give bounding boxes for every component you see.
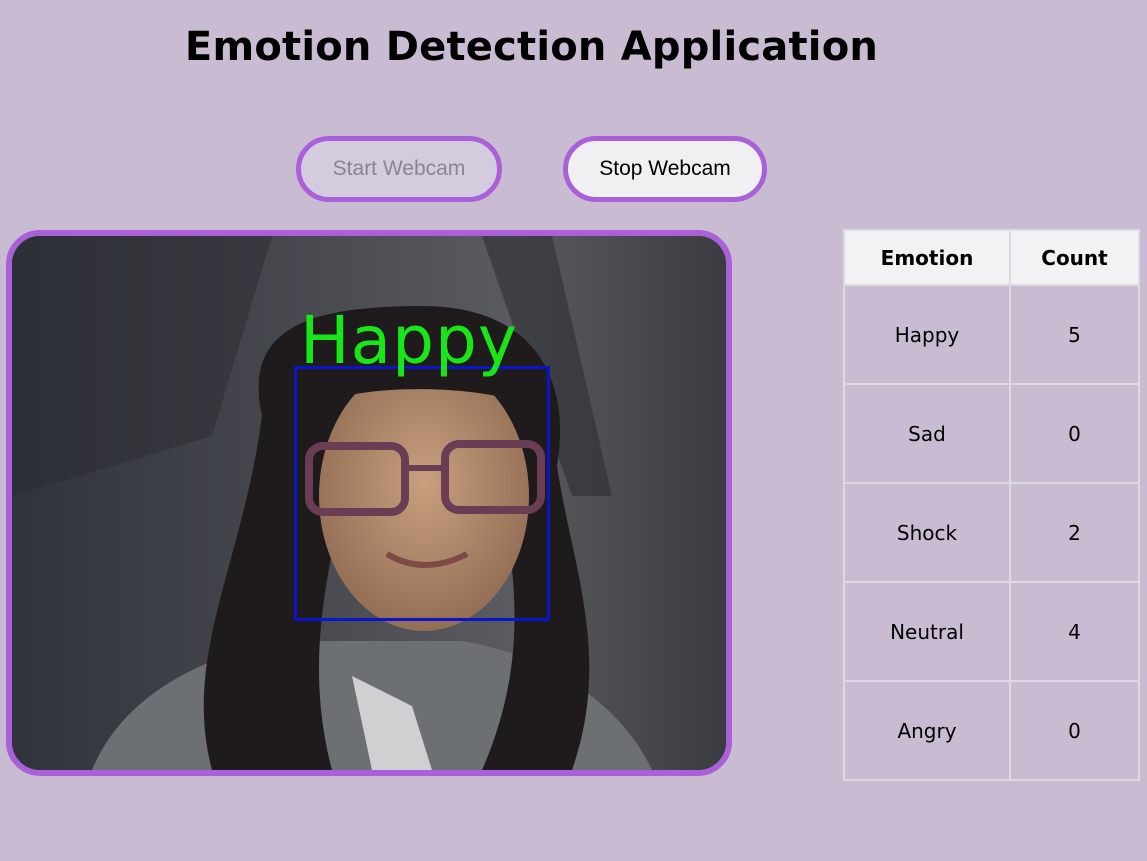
count-cell: 4 [1009,581,1140,682]
emotion-cell: Angry [843,680,1011,781]
count-cell: 5 [1009,284,1140,385]
emotion-cell: Sad [843,383,1011,484]
count-cell: 0 [1009,680,1140,781]
face-bounding-box [294,366,550,621]
emotion-cell: Neutral [843,581,1011,682]
table-row: Shock 2 [843,482,1140,583]
emotion-cell: Happy [843,284,1011,385]
count-cell: 2 [1009,482,1140,583]
page-title: Emotion Detection Application [184,24,879,70]
column-header-emotion: Emotion [843,229,1011,286]
count-cell: 0 [1009,383,1140,484]
table-row: Angry 0 [843,680,1140,781]
column-header-count: Count [1009,229,1140,286]
stop-webcam-button[interactable]: Stop Webcam [563,136,767,202]
table-header-row: Emotion Count [843,229,1140,286]
table-row: Happy 5 [843,284,1140,385]
start-webcam-button[interactable]: Start Webcam [296,136,502,202]
detected-emotion-label: Happy [300,302,518,379]
emotion-cell: Shock [843,482,1011,583]
emotion-count-table: Emotion Count Happy 5 Sad 0 Shock 2 Neut… [843,229,1140,781]
table-row: Sad 0 [843,383,1140,484]
table-row: Neutral 4 [843,581,1140,682]
webcam-feed: Happy [6,230,732,776]
